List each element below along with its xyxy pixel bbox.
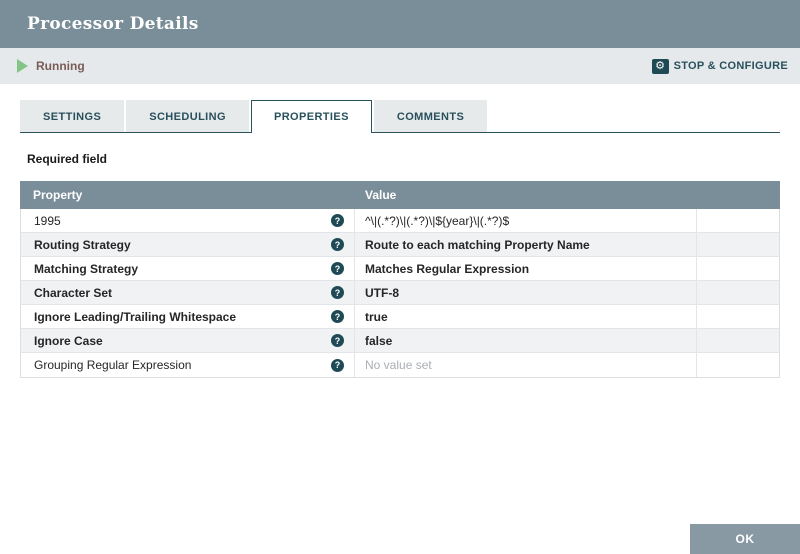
property-name: Matching Strategy <box>34 261 139 276</box>
table-body: 1995 ? ^\|(.*?)\|(.*?)\|${year}\|(.*?)$ … <box>20 209 780 378</box>
stop-and-configure-button[interactable]: ⚙ STOP & CONFIGURE <box>651 58 788 74</box>
property-name: Ignore Leading/Trailing Whitespace <box>34 309 237 324</box>
dialog-titlebar: Processor Details <box>0 0 800 48</box>
status-bar: Running ⚙ STOP & CONFIGURE <box>0 48 800 84</box>
tab-settings[interactable]: SETTINGS <box>20 100 125 133</box>
help-icon[interactable]: ? <box>331 310 344 323</box>
help-icon[interactable]: ? <box>331 238 344 251</box>
property-value[interactable]: ^\|(.*?)\|(.*?)\|${year}\|(.*?)$ <box>355 209 697 232</box>
state-label: Running <box>36 59 85 73</box>
property-name: Character Set <box>34 285 113 300</box>
property-name: Grouping Regular Expression <box>34 358 192 372</box>
column-header-value: Value <box>365 188 397 202</box>
property-name: 1995 <box>34 213 61 228</box>
play-icon <box>17 59 28 73</box>
property-value[interactable]: No value set <box>355 353 697 377</box>
help-icon[interactable]: ? <box>331 214 344 227</box>
properties-table: Property Value 1995 ? ^\|(.*?)\|(.*?)\|$… <box>20 181 780 378</box>
tab-comments[interactable]: COMMENTS <box>373 100 488 133</box>
help-icon[interactable]: ? <box>331 286 344 299</box>
page-title: Processor Details <box>27 14 199 34</box>
property-value[interactable]: UTF-8 <box>355 281 697 304</box>
required-field-note: Required field <box>27 152 108 166</box>
tab-properties[interactable]: PROPERTIES <box>250 100 372 135</box>
table-row: Matching Strategy ? Matches Regular Expr… <box>21 257 779 281</box>
property-value[interactable]: Matches Regular Expression <box>355 257 697 280</box>
table-row: 1995 ? ^\|(.*?)\|(.*?)\|${year}\|(.*?)$ <box>21 209 779 233</box>
property-value[interactable]: false <box>355 329 697 352</box>
stop-and-configure-label: STOP & CONFIGURE <box>673 60 788 72</box>
help-icon[interactable]: ? <box>331 358 344 372</box>
table-row: Grouping Regular Expression ? No value s… <box>21 353 779 377</box>
property-name: Ignore Case <box>34 333 103 348</box>
help-icon[interactable]: ? <box>331 262 344 275</box>
table-row: Ignore Case ? false <box>21 329 779 353</box>
column-header-property: Property <box>33 188 83 202</box>
table-header: Property Value <box>20 181 780 209</box>
property-value[interactable]: Route to each matching Property Name <box>355 233 697 256</box>
ok-button[interactable]: OK <box>690 524 800 554</box>
table-row: Ignore Leading/Trailing Whitespace ? tru… <box>21 305 779 329</box>
tabs-underline <box>20 131 780 133</box>
gear-icon: ⚙ <box>651 58 669 74</box>
table-row: Character Set ? UTF-8 <box>21 281 779 305</box>
table-row: Routing Strategy ? Route to each matchin… <box>21 233 779 257</box>
property-value[interactable]: true <box>355 305 697 328</box>
tab-strip: SETTINGS SCHEDULING PROPERTIES COMMENTS <box>0 84 800 135</box>
help-icon[interactable]: ? <box>331 334 344 347</box>
processor-state: Running <box>17 59 85 73</box>
property-name: Routing Strategy <box>34 237 131 252</box>
tab-scheduling[interactable]: SCHEDULING <box>126 100 249 133</box>
